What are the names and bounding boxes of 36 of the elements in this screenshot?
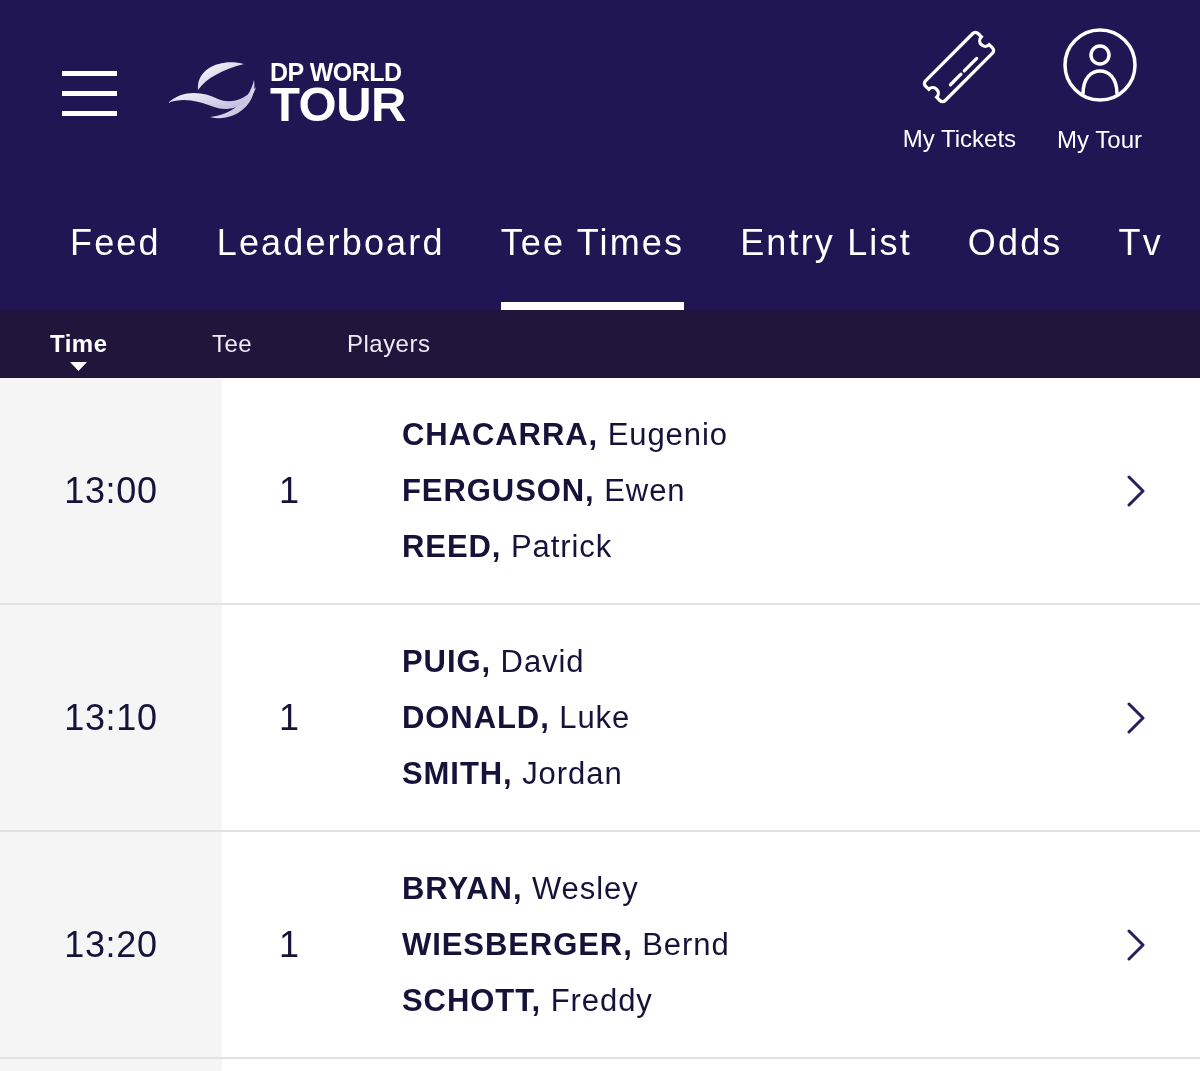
- player-name: PUIG, David: [402, 642, 585, 681]
- tab[interactable]: Leaderboard: [216, 221, 445, 310]
- sort-column-button[interactable]: Time: [50, 310, 108, 371]
- tee-number: 1: [279, 922, 299, 967]
- player-name: WIESBERGER, Bernd: [402, 925, 730, 964]
- my-tickets-button[interactable]: My Tickets: [902, 28, 1017, 154]
- tab[interactable]: Feed: [70, 221, 161, 310]
- chevron-right-icon: [1127, 701, 1146, 734]
- player-name: BRYAN, Wesley: [402, 869, 639, 908]
- player-name: DONALD, Luke: [402, 698, 631, 737]
- time-cell: 13:10: [0, 605, 222, 830]
- player-name: REED, Patrick: [402, 527, 613, 566]
- tee-time-row[interactable]: 13:00 1 CHACARRA, Eugenio FERGUSON, Ewen REED, Patrick: [0, 378, 1200, 605]
- player-name: SMITH, Jordan: [402, 754, 623, 793]
- logo-wordmark-bottom: TOUR: [270, 82, 406, 125]
- my-tour-button[interactable]: My Tour: [1057, 28, 1142, 154]
- player-name: FERGUSON, Ewen: [402, 471, 686, 510]
- chevron-right-icon: [1127, 928, 1146, 961]
- sort-column-button[interactable]: Players: [347, 310, 431, 359]
- tee-time-row[interactable]: 13:10 1 PUIG, David DONALD, Luke SMITH, Jordan: [0, 605, 1200, 832]
- player-name: SCHOTT, Freddy: [402, 981, 653, 1020]
- player-name: CHACARRA, Eugenio: [402, 415, 728, 454]
- user-icon: [1062, 28, 1137, 102]
- menu-icon[interactable]: [62, 71, 117, 116]
- sort-column-button[interactable]: Tee: [212, 310, 253, 359]
- tab[interactable]: Entry List: [740, 221, 912, 310]
- tab[interactable]: Tv: [1118, 221, 1163, 310]
- logo-wordmark-top: DP WORLD: [270, 60, 402, 83]
- tab[interactable]: Odds: [967, 221, 1063, 310]
- time-cell: 13:00: [0, 378, 222, 603]
- tee-time-row[interactable]: 13:20 1 BRYAN, Wesley WIESBERGER, Bernd SCHOTT, Freddy: [0, 832, 1200, 1059]
- sort-arrow-icon: [70, 362, 88, 371]
- time-cell: 13:20: [0, 832, 222, 1057]
- tee-number: 1: [279, 468, 299, 513]
- tee-number: 1: [279, 695, 299, 740]
- chevron-right-icon: [1127, 474, 1146, 507]
